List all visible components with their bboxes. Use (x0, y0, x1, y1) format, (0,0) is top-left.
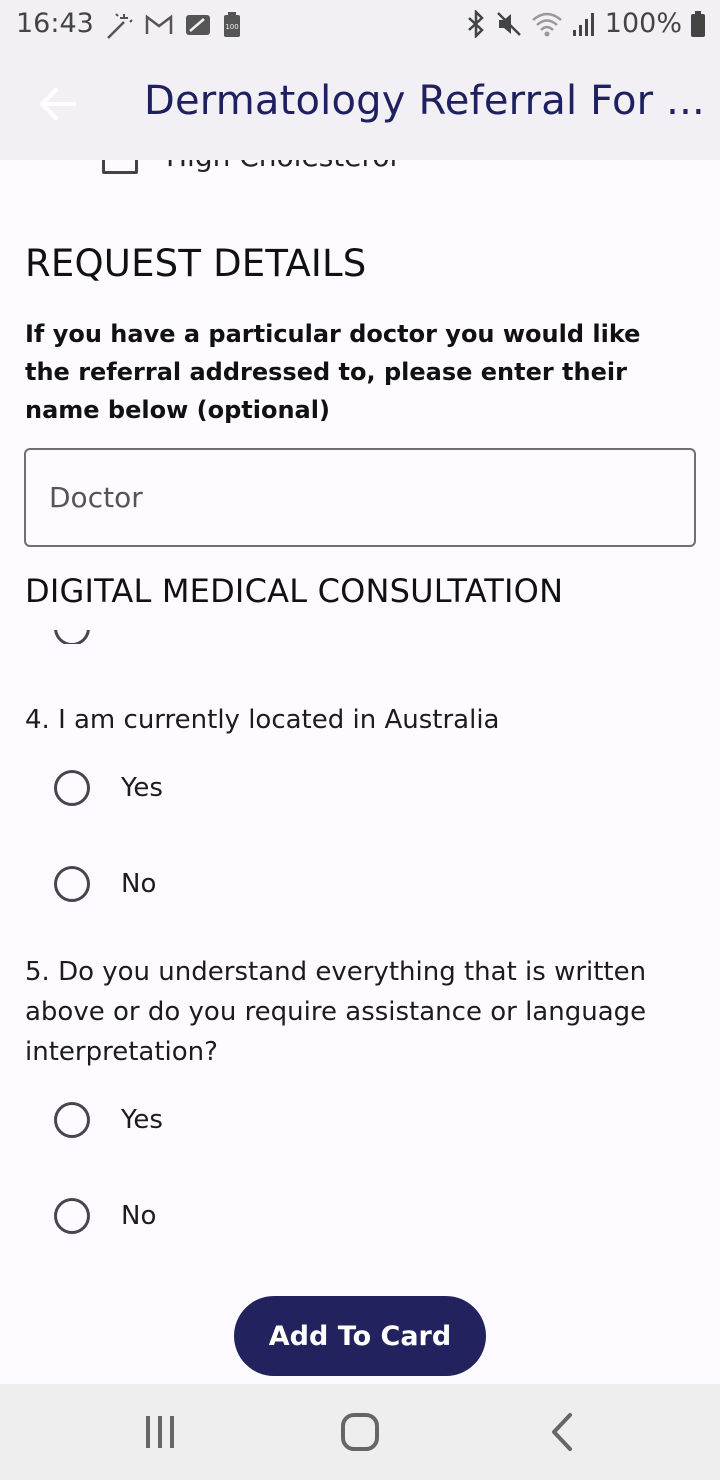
battery-saver-icon: 100 (224, 12, 240, 37)
radio-circle[interactable] (54, 770, 90, 806)
radio-label: No (120, 630, 153, 635)
signal-icon (572, 12, 594, 36)
page-title: Dermatology Referral For ... (144, 78, 704, 124)
wifi-icon (531, 12, 562, 36)
request-details-heading: REQUEST DETAILS (25, 242, 367, 285)
nav-back-button[interactable] (542, 1412, 582, 1452)
doctor-input[interactable] (24, 448, 696, 547)
radio-circle[interactable] (54, 1198, 90, 1234)
checkbox-label: High Cholesterol (166, 160, 397, 173)
question-4: 4. I am currently located in Australia (25, 705, 500, 735)
recent-apps-icon (146, 1416, 174, 1448)
status-time: 16:43 (16, 8, 94, 39)
clipped-previous-option: No (0, 630, 720, 644)
notification-icons: 100 (104, 10, 242, 40)
screenshot-icon (186, 15, 210, 35)
battery-icon (691, 10, 705, 37)
question-5: 5. Do you understand everything that is … (25, 957, 647, 1067)
add-to-card-button[interactable]: Add To Card (234, 1296, 486, 1376)
svg-text:100: 100 (225, 23, 238, 31)
home-icon (341, 1413, 379, 1451)
radio-circle[interactable] (54, 1102, 90, 1138)
gmail-icon (145, 14, 173, 34)
form-content[interactable]: High Cholesterol REQUEST DETAILS If you … (0, 160, 720, 1384)
checkbox-box[interactable] (102, 160, 138, 174)
system-icons: 100% (465, 8, 706, 39)
battery-percent: 100% (604, 8, 682, 39)
question-4-option-no[interactable]: No (54, 866, 156, 902)
question-4-option-yes[interactable]: Yes (54, 770, 163, 806)
radio-label: Yes (121, 1105, 163, 1135)
bluetooth-icon (467, 9, 484, 38)
radio-label: No (121, 869, 157, 899)
back-icon (552, 1413, 572, 1451)
home-button[interactable] (340, 1412, 380, 1452)
doctor-help-text: If you have a particular doctor you woul… (25, 320, 641, 424)
radio-circle[interactable] (54, 630, 90, 644)
radio-label: Yes (121, 773, 163, 803)
app-bar: Dermatology Referral For ... (0, 50, 720, 160)
mute-icon (496, 11, 521, 36)
question-5-option-yes[interactable]: Yes (54, 1102, 163, 1138)
radio-circle[interactable] (54, 866, 90, 902)
status-bar: 16:43 100 100% (0, 0, 720, 50)
magic-wand-icon (107, 13, 133, 39)
checkbox-high-cholesterol[interactable]: High Cholesterol (102, 160, 397, 174)
system-nav-bar (0, 1384, 720, 1480)
recent-apps-button[interactable] (140, 1412, 180, 1452)
digital-consultation-heading: DIGITAL MEDICAL CONSULTATION (25, 572, 564, 610)
radio-label: No (121, 1201, 157, 1231)
back-button[interactable] (36, 82, 80, 126)
arrow-left-icon (40, 88, 76, 120)
question-5-option-no[interactable]: No (54, 1198, 156, 1234)
